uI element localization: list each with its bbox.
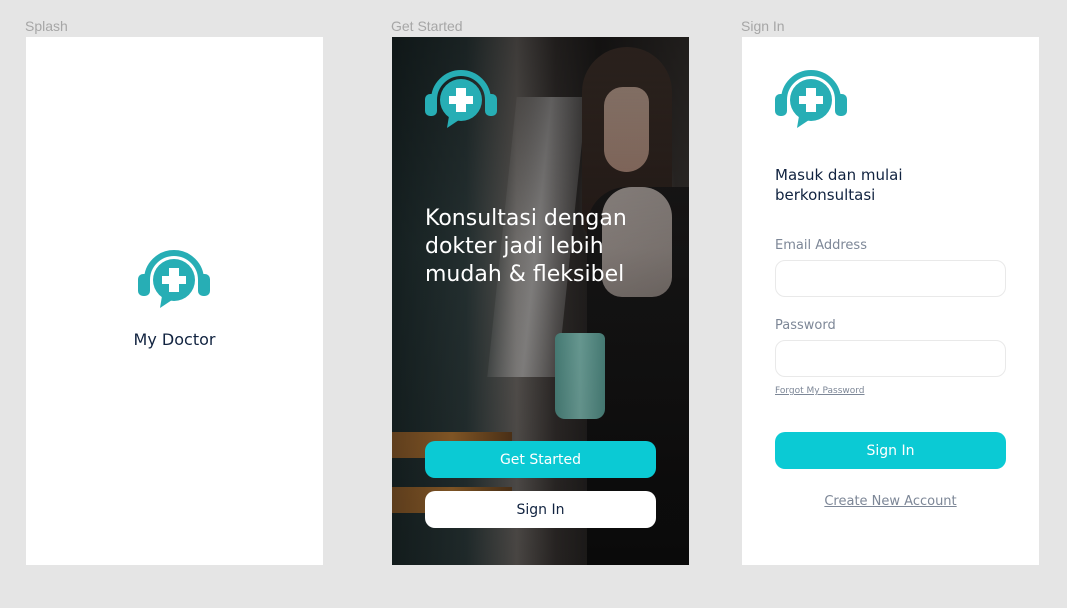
sign-in-submit-button[interactable]: Sign In (775, 432, 1006, 469)
password-label: Password (775, 318, 836, 333)
doctor-chat-plus-icon (775, 70, 847, 132)
frame-label-splash: Splash (25, 18, 68, 34)
sign-in-screen: Masuk dan mulai berkonsultasi Email Addr… (742, 37, 1039, 565)
get-started-screen: Konsultasi dengan dokter jadi lebih muda… (392, 37, 689, 565)
forgot-password-link[interactable]: Forgot My Password (775, 386, 865, 396)
get-started-button[interactable]: Get Started (425, 441, 656, 478)
frame-label-get-started: Get Started (391, 18, 463, 34)
headline: Konsultasi dengan dokter jadi lebih muda… (425, 206, 627, 287)
sign-in-button[interactable]: Sign In (425, 491, 656, 528)
doctor-chat-plus-icon (138, 250, 210, 312)
frame-label-sign-in: Sign In (741, 18, 785, 34)
doctor-chat-plus-icon (425, 70, 497, 132)
sign-in-heading: Masuk dan mulai berkonsultasi (775, 166, 903, 204)
app-name: My Doctor (133, 330, 216, 349)
email-field[interactable] (775, 260, 1006, 297)
create-account-link[interactable]: Create New Account (742, 494, 1039, 509)
password-field[interactable] (775, 340, 1006, 377)
email-label: Email Address (775, 238, 867, 253)
splash-screen: My Doctor (26, 37, 323, 565)
